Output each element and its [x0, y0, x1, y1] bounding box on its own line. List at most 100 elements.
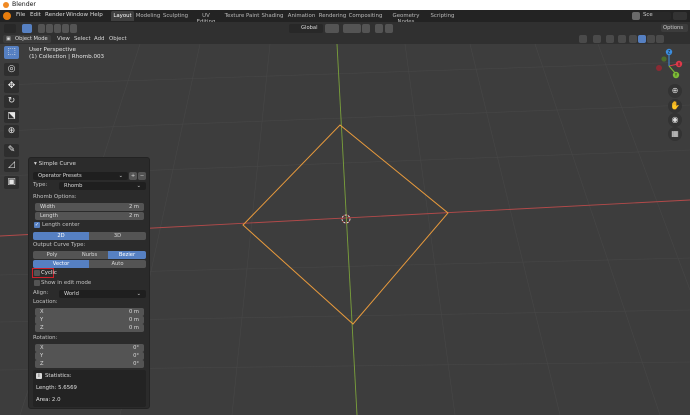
move-icon[interactable]: ✥ [4, 80, 19, 93]
view-layer-selector[interactable] [673, 12, 687, 20]
remove-preset-button[interactable]: − [138, 172, 146, 180]
add-cube-icon[interactable]: ▣ [4, 176, 19, 189]
proportional-editing-icon[interactable] [375, 24, 383, 33]
plus-icon: + [130, 173, 136, 179]
snap-target-icon[interactable] [362, 24, 370, 33]
scale-icon[interactable]: ⬔ [4, 110, 19, 123]
select-mode-icon[interactable] [22, 24, 32, 33]
xray-toggle-icon[interactable] [618, 35, 626, 43]
editor-type-button[interactable] [4, 24, 16, 33]
align-value: World [64, 291, 79, 297]
visibility-icon[interactable] [579, 35, 587, 43]
curve-type-poly-button[interactable]: Poly [33, 251, 71, 259]
menu-render[interactable]: Render [45, 12, 65, 18]
panel-title[interactable]: ▾ Simple Curve [34, 161, 76, 167]
curve-type-nurbs-button[interactable]: Nurbs [71, 251, 108, 259]
object-mode-icon: ▣ [6, 36, 11, 42]
gizmo-toggle-icon[interactable] [593, 35, 601, 43]
cursor-icon[interactable]: ◎ [4, 63, 19, 76]
pivot-point-icon[interactable] [325, 24, 339, 33]
blender-menu-icon[interactable] [3, 12, 11, 20]
pan-hand-icon[interactable]: ✋ [668, 99, 682, 113]
tab-shading[interactable]: Shading [261, 11, 284, 21]
rotation-z-field[interactable]: Z 0° [35, 360, 144, 368]
location-y-value: 0 m [128, 317, 139, 323]
shading-solid-icon[interactable] [638, 35, 646, 43]
tab-compositing[interactable]: Compositing [348, 11, 383, 21]
tab-scripting[interactable]: Scripting [429, 11, 456, 21]
top-menu-bar: File Edit Render Window Help Layout Mode… [0, 10, 690, 25]
tab-layout[interactable]: Layout [111, 11, 134, 21]
tab-animation[interactable]: Animation [286, 11, 317, 21]
handle-auto-button[interactable]: Auto [89, 260, 146, 268]
select-new-icon[interactable] [38, 24, 45, 33]
select-box-icon[interactable]: ⬚ [4, 46, 19, 59]
mode-selector[interactable]: ▣ Object Mode [3, 35, 51, 43]
select-invert-icon[interactable] [62, 24, 69, 33]
menu-object[interactable]: Object [109, 36, 127, 42]
rotate-icon[interactable]: ↻ [4, 95, 19, 108]
options-dropdown[interactable]: Options [661, 24, 688, 32]
transform-icon[interactable]: ⊕ [4, 125, 19, 138]
tab-uv-editing[interactable]: UV Editing [192, 11, 220, 25]
length-center-checkbox[interactable]: ✓ [34, 222, 40, 228]
menu-view[interactable]: View [57, 36, 70, 42]
menu-add[interactable]: Add [94, 36, 104, 42]
curve-type-bezier-button[interactable]: Bezier [108, 251, 146, 259]
tab-modeling[interactable]: Modeling [135, 11, 161, 21]
show-in-edit-mode-checkbox[interactable] [34, 280, 40, 286]
operator-presets-dropdown[interactable]: Operator Presets ⌄ [33, 172, 128, 180]
tool-settings-header: Global [0, 22, 690, 34]
width-value: 2 m [128, 204, 139, 210]
dimension-2d-button[interactable]: 2D [33, 232, 89, 240]
handle-vector-button[interactable]: Vector [33, 260, 89, 268]
snap-icon[interactable] [343, 24, 361, 33]
type-dropdown[interactable]: Rhomb ⌄ [59, 182, 146, 190]
rotation-x-field[interactable]: X 0° [35, 344, 144, 352]
location-x-value: 0 m [128, 309, 139, 315]
menu-select[interactable]: Select [74, 36, 91, 42]
transform-orientation-dropdown[interactable]: Global [289, 24, 323, 33]
tab-texture-paint[interactable]: Texture Paint [224, 11, 260, 21]
operator-presets-label: Operator Presets [38, 173, 82, 179]
align-dropdown[interactable]: World ⌄ [59, 290, 146, 298]
overlay-toggle-icon[interactable] [606, 35, 614, 43]
gizmo-neg-x-icon [656, 65, 662, 71]
scene-selector[interactable]: Sce [641, 12, 671, 20]
tab-geometry-nodes[interactable]: Geometry Nodes [384, 11, 428, 25]
location-x-field[interactable]: X 0 m [35, 308, 144, 316]
select-intersect-icon[interactable] [70, 24, 77, 33]
measure-icon[interactable]: ◿ [4, 159, 19, 172]
cyclic-checkbox[interactable] [34, 270, 40, 276]
add-preset-button[interactable]: + [129, 172, 137, 180]
length-field[interactable]: Length 2 m [35, 212, 144, 220]
rotation-y-value: 0° [133, 353, 139, 359]
menu-help[interactable]: Help [90, 12, 103, 18]
location-z-field[interactable]: Z 0 m [35, 324, 144, 332]
falloff-icon[interactable] [385, 24, 393, 33]
menu-window[interactable]: Window [66, 12, 88, 18]
rotation-y-field[interactable]: Y 0° [35, 352, 144, 360]
tab-rendering[interactable]: Rendering [318, 11, 347, 21]
output-curve-type-label: Output Curve Type: [33, 242, 86, 248]
perspective-toggle-icon[interactable]: ▦ [668, 127, 682, 141]
menu-file[interactable]: File [16, 12, 25, 18]
window-title: Blender [12, 1, 36, 8]
shading-wireframe-icon[interactable] [629, 35, 637, 43]
dimension-3d-button[interactable]: 3D [89, 232, 146, 240]
menu-edit[interactable]: Edit [30, 12, 41, 18]
navigation-gizmo[interactable]: X Z Y [656, 46, 690, 82]
annotate-icon[interactable]: ✎ [4, 144, 19, 157]
location-y-field[interactable]: Y 0 m [35, 316, 144, 324]
shading-rendered-icon[interactable] [656, 35, 664, 43]
type-value: Rhomb [64, 183, 83, 189]
width-field[interactable]: Width 2 m [35, 203, 144, 211]
camera-view-icon[interactable]: ◉ [668, 113, 682, 127]
rhomb-options-label: Rhomb Options: [33, 194, 77, 200]
scene-icon[interactable] [632, 12, 640, 20]
zoom-icon[interactable]: ⊕ [668, 84, 682, 98]
select-extend-icon[interactable] [46, 24, 53, 33]
shading-material-icon[interactable] [647, 35, 655, 43]
tab-sculpting[interactable]: Sculpting [162, 11, 189, 21]
select-subtract-icon[interactable] [54, 24, 61, 33]
